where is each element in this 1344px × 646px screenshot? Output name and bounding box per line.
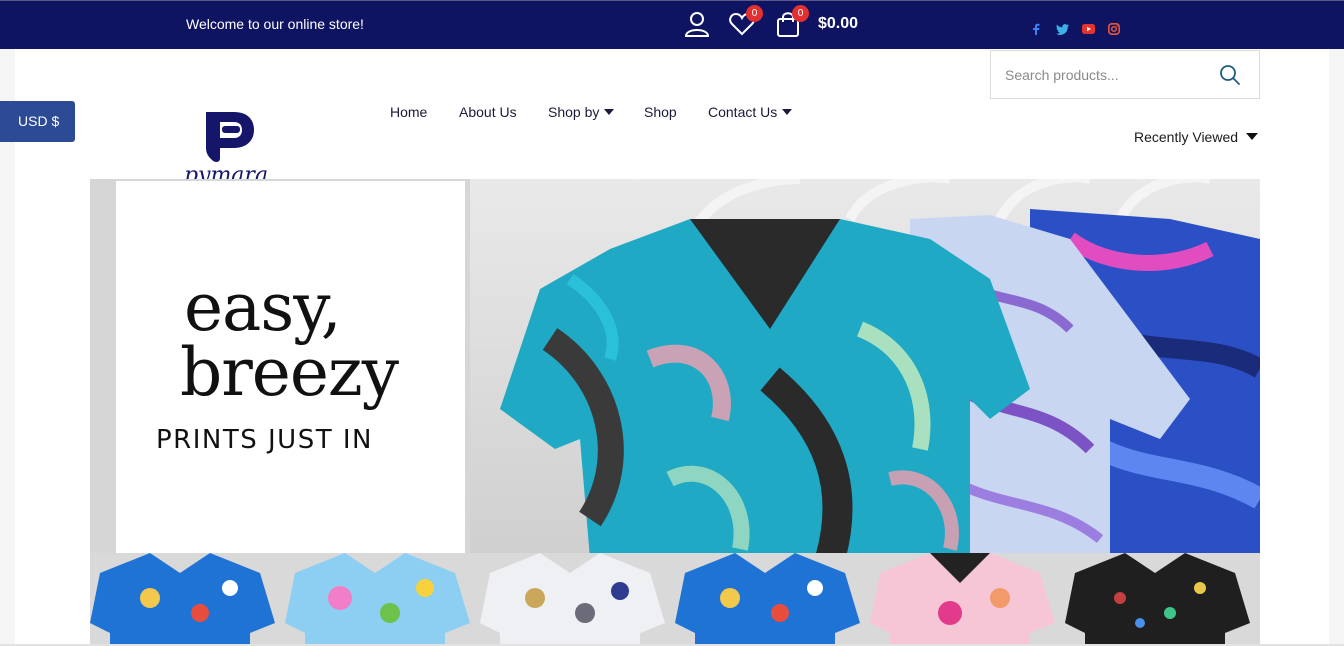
product-thumbnail-strip <box>90 553 1260 645</box>
cart-total: $0.00 <box>818 15 859 32</box>
user-icon <box>684 12 710 37</box>
twitter-link[interactable] <box>1055 22 1069 36</box>
cart-count-badge: 0 <box>792 5 809 22</box>
instagram-icon <box>1108 23 1120 35</box>
facebook-icon <box>1033 23 1040 35</box>
hero-banner[interactable]: easy, breezy PRINTS JUST IN <box>90 179 1260 645</box>
youtube-link[interactable] <box>1081 22 1095 36</box>
facebook-link[interactable] <box>1029 22 1043 36</box>
nav-contact-us-label: Contact Us <box>708 104 778 120</box>
wishlist-button[interactable]: 0 <box>728 5 763 38</box>
welcome-message: Welcome to our online store! <box>186 16 364 32</box>
nav-about-us[interactable]: About Us <box>459 104 517 120</box>
account-button[interactable] <box>683 10 711 38</box>
hero-text-panel: easy, breezy PRINTS JUST IN <box>116 181 465 557</box>
main-navigation: Home About Us Shop by Shop Contact Us <box>0 104 1344 128</box>
nav-home[interactable]: Home <box>390 104 427 120</box>
hero-headline-line-2: breezy <box>180 334 399 411</box>
hero-scrubs-image <box>470 179 1260 559</box>
instagram-link[interactable] <box>1107 22 1121 36</box>
hero-subheadline: PRINTS JUST IN <box>156 425 373 455</box>
youtube-icon <box>1081 24 1095 34</box>
recently-viewed-dropdown[interactable]: Recently Viewed <box>1134 129 1259 145</box>
top-bar: Welcome to our online store! 0 0 $0.00 <box>0 0 1344 49</box>
search-input[interactable] <box>991 51 1211 98</box>
nav-shop-by[interactable]: Shop by <box>548 104 615 120</box>
nav-contact-us[interactable]: Contact Us <box>708 104 793 120</box>
search-icon <box>1220 65 1240 85</box>
chevron-down-icon <box>782 109 793 115</box>
search-box <box>990 50 1260 99</box>
twitter-icon <box>1055 23 1069 35</box>
recently-viewed-label: Recently Viewed <box>1134 129 1239 145</box>
nav-shop-by-label: Shop by <box>548 104 600 120</box>
chevron-down-icon <box>604 109 615 115</box>
cart-button[interactable]: 0 $0.00 <box>774 5 858 38</box>
wishlist-count-badge: 0 <box>746 5 763 22</box>
nav-shop[interactable]: Shop <box>644 104 677 120</box>
search-button[interactable] <box>1219 64 1241 86</box>
chevron-down-icon <box>1246 133 1259 140</box>
